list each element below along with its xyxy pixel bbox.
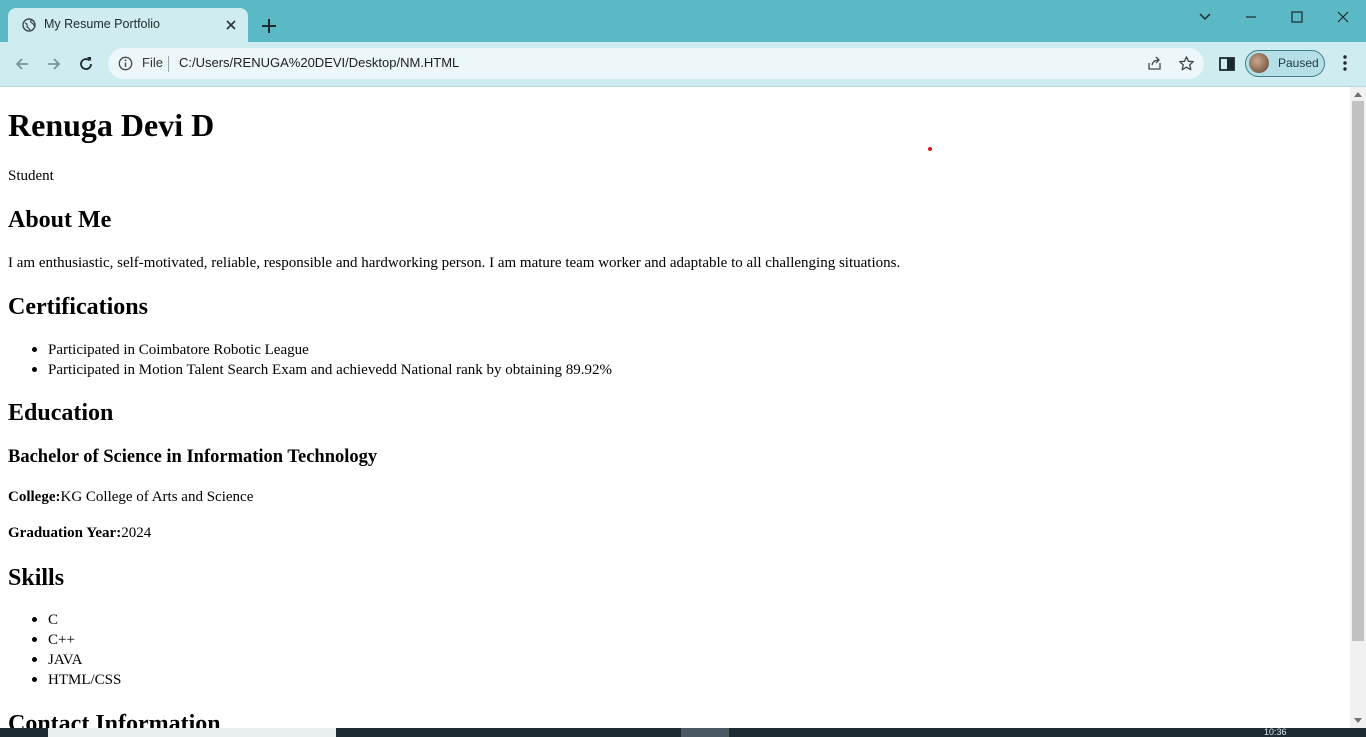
list-item: C++	[8, 630, 121, 650]
globe-icon	[22, 18, 36, 32]
minimize-button[interactable]	[1228, 6, 1274, 28]
new-tab-icon[interactable]	[259, 16, 279, 36]
address-divider	[168, 56, 169, 72]
address-url[interactable]: C:/Users/RENUGA%20DEVI/Desktop/NM.HTML	[179, 55, 459, 70]
about-text: I am enthusiastic, self-motivated, relia…	[8, 255, 901, 271]
close-icon	[1337, 11, 1349, 23]
scroll-up-arrow[interactable]	[1354, 92, 1362, 97]
reload-button[interactable]	[74, 52, 98, 76]
profile-status: Paused	[1278, 56, 1319, 70]
os-taskbar: 10:36	[0, 728, 1366, 737]
address-scheme: File	[142, 55, 163, 70]
maximize-icon	[1291, 11, 1303, 23]
avatar	[1249, 53, 1269, 73]
contact-heading: Contact Information	[8, 711, 221, 728]
close-tab-icon[interactable]	[224, 18, 238, 32]
reload-icon	[80, 57, 92, 70]
skills-heading: Skills	[8, 565, 65, 591]
arrow-left-icon	[15, 58, 28, 70]
skills-list: C C++ JAVA HTML/CSS	[8, 610, 121, 690]
profile-button[interactable]: Paused	[1245, 50, 1325, 77]
tab-strip: My Resume Portfolio	[0, 0, 1366, 42]
certifications-heading: Certifications	[8, 294, 148, 320]
share-icon[interactable]	[1146, 55, 1163, 72]
list-item: Participated in Motion Talent Search Exa…	[8, 360, 612, 380]
taskbar-active-app[interactable]	[681, 728, 729, 737]
list-item: Participated in Coimbatore Robotic Leagu…	[8, 340, 612, 360]
arrow-right-icon	[48, 58, 61, 70]
cursor-dot	[928, 147, 932, 151]
scroll-thumb[interactable]	[1352, 101, 1364, 641]
education-heading: Education	[8, 400, 114, 426]
tab-title: My Resume Portfolio	[44, 17, 161, 31]
page-title: Renuga Devi D	[8, 107, 215, 143]
list-item: C	[8, 610, 121, 630]
maximize-button[interactable]	[1274, 6, 1320, 28]
scroll-down-arrow[interactable]	[1354, 718, 1362, 723]
list-item: JAVA	[8, 650, 121, 670]
degree-title: Bachelor of Science in Information Techn…	[8, 447, 378, 467]
graduation-line: Graduation Year:2024	[8, 525, 151, 542]
info-icon[interactable]	[118, 56, 133, 71]
browser-tab[interactable]: My Resume Portfolio	[8, 8, 248, 42]
taskbar-clock: 10:36	[1264, 727, 1287, 737]
about-heading: About Me	[8, 207, 112, 233]
taskbar-search-box[interactable]	[48, 728, 336, 737]
close-window-button[interactable]	[1320, 6, 1366, 28]
browser-toolbar: File C:/Users/RENUGA%20DEVI/Desktop/NM.H…	[0, 42, 1366, 87]
forward-button[interactable]	[42, 52, 66, 76]
college-line: College:KG College of Arts and Science	[8, 489, 253, 506]
bookmark-star-icon[interactable]	[1178, 55, 1195, 72]
certifications-list: Participated in Coimbatore Robotic Leagu…	[8, 340, 612, 380]
side-panel-icon[interactable]	[1218, 55, 1236, 73]
chevron-down-icon	[1199, 13, 1211, 21]
graduation-value: 2024	[121, 525, 152, 541]
college-value: KG College of Arts and Science	[60, 489, 254, 505]
address-bar[interactable]: File C:/Users/RENUGA%20DEVI/Desktop/NM.H…	[108, 48, 1204, 79]
college-label: College:	[8, 489, 61, 505]
role-text: Student	[8, 168, 54, 184]
page-scrollbar[interactable]	[1350, 87, 1366, 728]
list-item: HTML/CSS	[8, 670, 121, 690]
kebab-menu-icon[interactable]	[1336, 53, 1354, 73]
back-button[interactable]	[10, 52, 34, 76]
page-viewport: Renuga Devi D Student About Me I am enth…	[0, 87, 1350, 728]
tab-search-button[interactable]	[1182, 6, 1228, 28]
graduation-label: Graduation Year:	[8, 525, 122, 541]
minimize-icon	[1246, 16, 1256, 18]
